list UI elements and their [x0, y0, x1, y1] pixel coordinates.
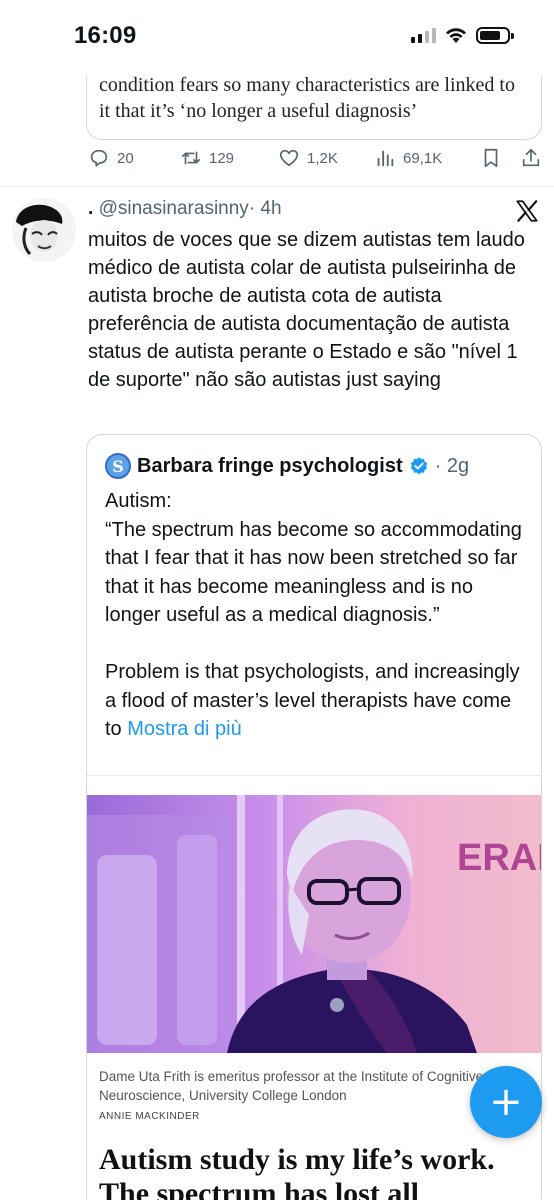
tweet-text: muitos de voces que se dizem autistas te… — [88, 229, 525, 391]
show-more-link[interactable]: Mostra di più — [127, 718, 242, 740]
quoted-text-body: Autism: “The spectrum has become so acco… — [105, 490, 522, 740]
verified-badge-icon — [410, 457, 427, 475]
previous-tweet-actions: 20 129 1,2K 69,1K — [88, 144, 548, 174]
heart-icon — [279, 149, 299, 167]
status-time: 16:09 — [74, 22, 137, 49]
wifi-icon — [446, 28, 466, 43]
article-caption: Dame Uta Frith is emeritus professor at … — [99, 1069, 484, 1103]
retweet-count: 129 — [209, 149, 235, 167]
tweet-divider — [0, 186, 554, 187]
x-logo-icon — [516, 200, 538, 222]
bookmark-button[interactable] — [480, 147, 502, 169]
quoted-tweet-text: Autism: “The spectrum has become so acco… — [105, 487, 529, 744]
quoted-display-name[interactable]: Barbara fringe psychologist — [137, 455, 403, 478]
article-image[interactable]: ERAM — [87, 795, 542, 1053]
display-name[interactable]: . — [88, 198, 93, 219]
like-button[interactable]: 1,2K — [278, 147, 338, 169]
article-title-line: The spectrum has lost all — [99, 1177, 420, 1200]
avatar[interactable] — [12, 198, 76, 262]
avatar-image — [12, 198, 76, 262]
previous-article-headline: condition fears so many characteristics … — [99, 72, 539, 124]
tweet-time: · 4h — [248, 198, 282, 219]
status-bar: 16:09 — [0, 0, 554, 76]
views-button[interactable]: 69,1K — [374, 147, 442, 169]
reply-icon — [90, 149, 108, 167]
retweet-button[interactable]: 129 — [180, 147, 234, 169]
cellular-signal-icon — [411, 27, 436, 43]
quoted-separator — [87, 775, 541, 776]
article-title-line: Autism study is my life’s work. — [99, 1143, 495, 1176]
views-count: 69,1K — [403, 149, 443, 167]
share-icon — [522, 148, 540, 167]
views-chart-icon — [377, 150, 394, 167]
battery-icon — [476, 26, 514, 44]
article-title[interactable]: Autism study is my life’s work. The spec… — [99, 1143, 539, 1200]
headline-line: it that it’s ‘no longer a useful diagnos… — [99, 100, 418, 122]
quoted-avatar[interactable]: S — [105, 453, 131, 479]
retweet-icon — [181, 151, 201, 165]
share-button[interactable] — [520, 147, 542, 169]
reply-count: 20 — [117, 149, 134, 167]
status-icons — [411, 26, 514, 44]
background-sign-text: ERAM — [457, 837, 542, 879]
compose-button[interactable]: + — [470, 1066, 542, 1138]
bookmark-icon — [484, 148, 498, 168]
like-count: 1,2K — [307, 149, 338, 167]
reply-button[interactable]: 20 — [88, 147, 134, 169]
quoted-tweet-time: · 2g — [434, 454, 470, 477]
photo-credit: ANNIE MACKINDER — [99, 1111, 200, 1122]
handle[interactable]: @sinasinarasinny — [99, 198, 249, 219]
tweet-header: . @sinasinarasinny· 4h — [88, 198, 282, 220]
plus-icon: + — [489, 1079, 523, 1125]
quoted-tweet-header: S Barbara fringe psychologist · 2g — [105, 453, 469, 479]
article-photo: ERAM — [87, 795, 542, 1053]
